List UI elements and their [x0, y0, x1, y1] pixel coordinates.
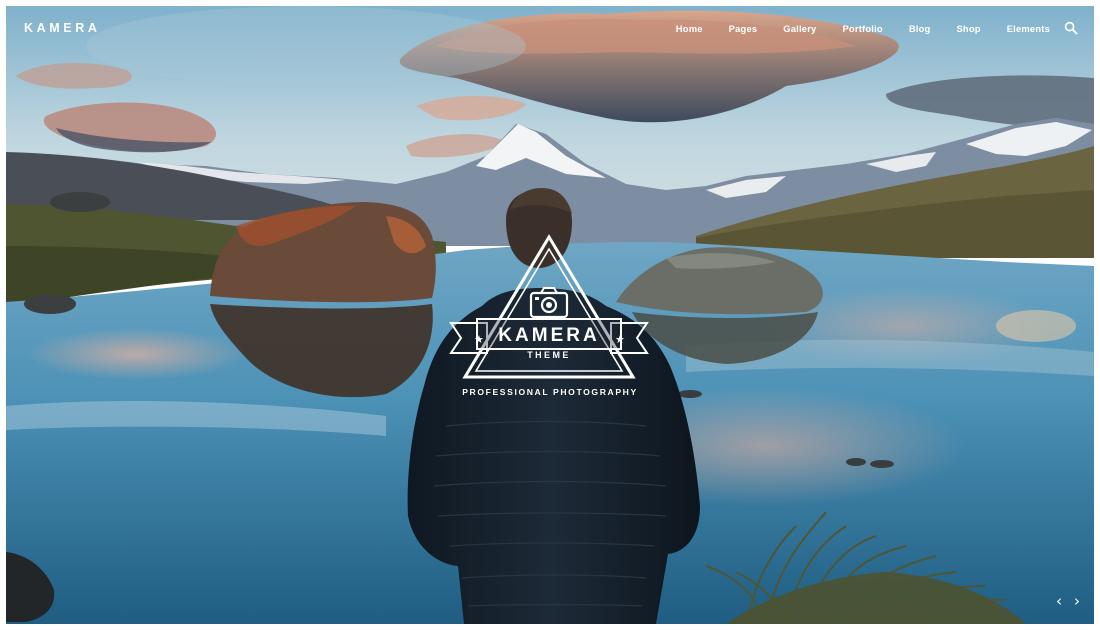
hero-tagline: PROFESSIONAL PHOTOGRAPHY [462, 387, 638, 397]
nav-item-shop[interactable]: Shop [956, 23, 980, 34]
camera-icon [529, 287, 569, 319]
hero-logo-subtitle: THEME [527, 350, 571, 360]
slider-navigation: ‹ › [1050, 592, 1086, 610]
hero-logo-word: KAMERA [498, 325, 600, 346]
nav-item-blog[interactable]: Blog [909, 23, 931, 34]
nav-item-elements[interactable]: Elements [1007, 23, 1050, 34]
nav-item-portfolio[interactable]: Portfolio [842, 23, 882, 34]
hero-logo-emblem: ★ ★ KAMERA THEME [447, 233, 651, 403]
nav-item-gallery[interactable]: Gallery [783, 23, 816, 34]
nav-item-home[interactable]: Home [676, 23, 703, 34]
site-logo[interactable]: KAMERA [24, 21, 100, 35]
chevron-right-icon[interactable]: › [1068, 592, 1086, 610]
main-nav: Home Pages Gallery Portfolio Blog Shop E… [650, 21, 1078, 35]
nav-item-pages[interactable]: Pages [729, 23, 758, 34]
triangle-emblem-icon: ★ ★ [449, 234, 649, 379]
search-icon[interactable] [1064, 21, 1078, 35]
chevron-left-icon[interactable]: ‹ [1050, 592, 1068, 610]
site-header: KAMERA Home Pages Gallery Portfolio Blog… [6, 6, 1094, 50]
hero-slider: KAMERA Home Pages Gallery Portfolio Blog… [6, 6, 1094, 624]
